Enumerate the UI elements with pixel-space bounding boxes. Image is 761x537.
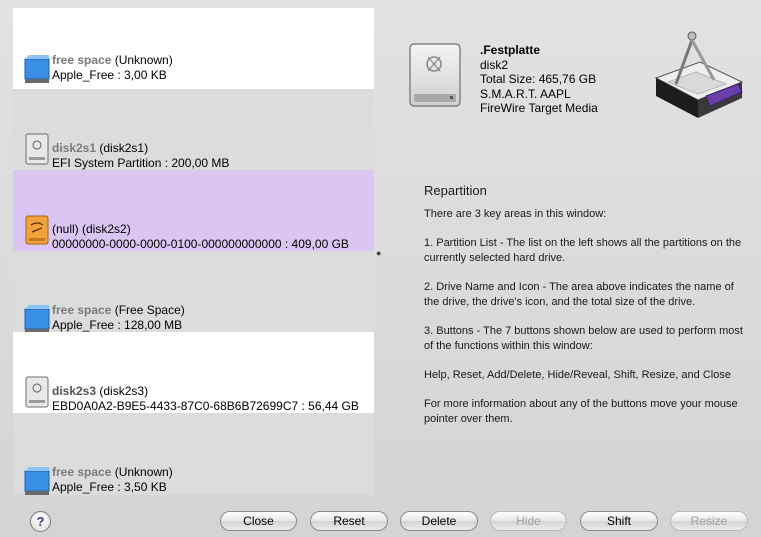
partition-id: (Unknown) — [111, 53, 173, 67]
blue-volume-icon — [24, 305, 50, 333]
delete-button[interactable]: Delete — [400, 511, 478, 531]
help-paragraph: 2. Drive Name and Icon - The area above … — [424, 281, 734, 308]
partition-id: (Unknown) — [111, 465, 173, 479]
partition-id: (Free Space) — [111, 303, 185, 317]
button-bar: ? Close Reset Delete Hide Shift Resize — [0, 508, 761, 534]
drive-info: .Festplatte disk2 Total Size: 465,76 GB … — [404, 40, 644, 120]
close-button[interactable]: Close — [220, 511, 297, 531]
partition-row[interactable]: free space (Free Space) Apple_Free : 128… — [13, 251, 374, 333]
repartition-window: free space (Unknown) Apple_Free : 3,00 K… — [0, 0, 761, 537]
partition-row[interactable]: free space (Unknown) Apple_Free : 3,50 K… — [13, 413, 374, 495]
partition-id: (disk2s2) — [78, 222, 131, 236]
help-paragraph: Help, Reset, Add/Delete, Hide/Reveal, Sh… — [424, 369, 731, 381]
partition-name: free space — [52, 465, 112, 479]
split-view-handle[interactable]: ● — [376, 248, 381, 258]
partition-name: disk2s1 — [52, 141, 97, 155]
help-panel: Repartition There are 3 key areas in thi… — [424, 183, 744, 441]
partition-id: (disk2s3) — [96, 384, 149, 398]
partition-detail: Apple_Free : 3,50 KB — [52, 480, 167, 494]
firewire-drive-icon — [409, 43, 461, 107]
partition-name: free space — [52, 53, 112, 67]
help-paragraph: 1. Partition List - The list on the left… — [424, 237, 742, 264]
partition-row-selected[interactable]: (null) (disk2s2) 00000000-0000-0000-0100… — [13, 170, 374, 251]
partition-row[interactable]: disk2s3 (disk2s3) EBD0A0A2-B9E5-4433-87C… — [13, 332, 374, 413]
drive-total-size: Total Size: 465,76 GB — [480, 72, 597, 86]
reset-button[interactable]: Reset — [310, 511, 388, 531]
partition-detail: Apple_Free : 3,00 KB — [52, 68, 167, 82]
partition-list[interactable]: free space (Unknown) Apple_Free : 3,00 K… — [13, 8, 374, 495]
orange-volume-icon — [25, 215, 49, 245]
partition-name: (null) — [52, 222, 79, 236]
drive-media: FireWire Target Media — [480, 101, 598, 115]
partition-row[interactable]: disk2s1 (disk2s1) EFI System Partition :… — [13, 89, 374, 170]
firewire-drive-icon — [25, 376, 49, 408]
help-button[interactable]: ? — [30, 511, 51, 532]
partition-detail: 00000000-0000-0000-0100-000000000000 : 4… — [52, 237, 349, 251]
partition-row[interactable]: free space (Unknown) Apple_Free : 3,00 K… — [13, 8, 374, 89]
partition-detail: Apple_Free : 128,00 MB — [52, 318, 183, 332]
blue-volume-icon — [24, 467, 50, 495]
app-logo-drive-compass-icon — [654, 31, 744, 118]
help-paragraph: 3. Buttons - The 7 buttons shown below a… — [424, 325, 743, 352]
hide-button[interactable]: Hide — [490, 511, 567, 531]
help-title: Repartition — [424, 183, 487, 198]
partition-detail: EBD0A0A2-B9E5-4433-87C0-68B6B72699C7 : 5… — [52, 399, 359, 413]
drive-device: disk2 — [480, 57, 509, 72]
shift-button[interactable]: Shift — [580, 511, 658, 531]
partition-name: disk2s3 — [52, 384, 97, 398]
partition-name: free space — [52, 303, 112, 317]
resize-button[interactable]: Resize — [670, 511, 748, 531]
blue-volume-icon — [24, 55, 50, 83]
firewire-drive-icon — [25, 133, 49, 165]
partition-detail: EFI System Partition : 200,00 MB — [52, 156, 230, 170]
help-paragraph: For more information about any of the bu… — [424, 398, 738, 425]
partition-id: (disk2s1) — [96, 141, 149, 155]
drive-name: .Festplatte — [480, 43, 541, 57]
help-paragraph: There are 3 key areas in this window: — [424, 208, 607, 220]
drive-smart-status: S.M.A.R.T. AAPL — [480, 86, 571, 101]
